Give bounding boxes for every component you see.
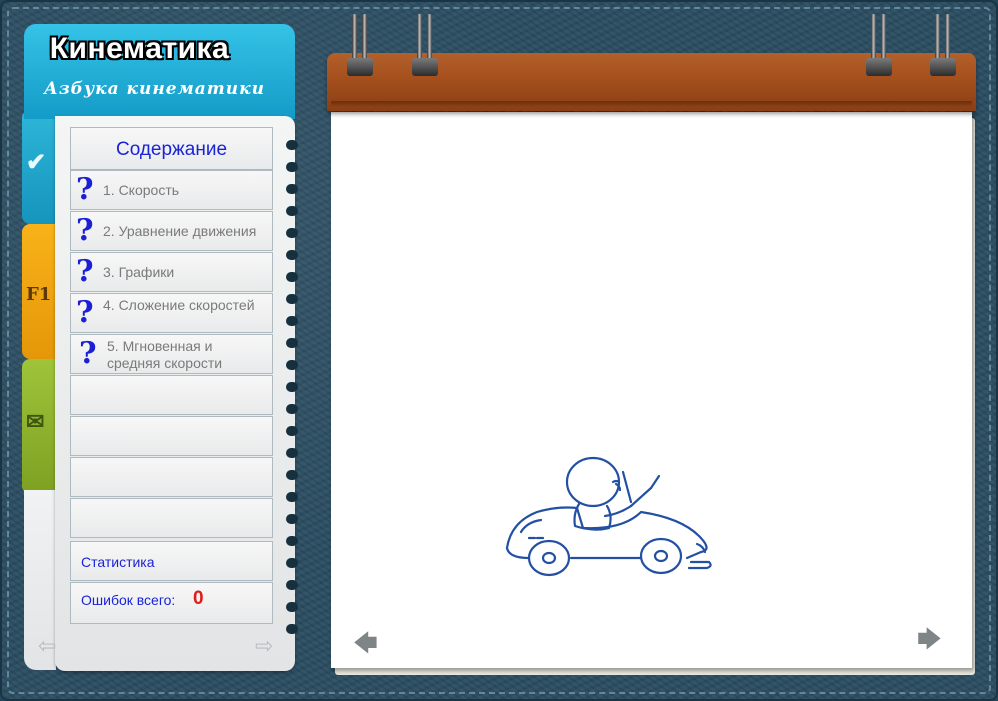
binder-ring-icon <box>866 14 892 79</box>
question-mark-icon: ? <box>76 213 94 248</box>
toc-item-label: 4. Сложение скоростей <box>103 297 255 313</box>
panel-next-arrow-icon[interactable]: ⇨ <box>255 635 273 657</box>
errors-row: Ошибок всего: 0 <box>70 582 273 624</box>
question-mark-icon: ? <box>76 254 94 289</box>
panel-notch <box>286 536 298 546</box>
binder-ring-icon <box>347 14 373 79</box>
app-header: Кинематика Азбука кинематики <box>24 24 295 119</box>
statistics-row[interactable]: Статистика <box>70 541 273 581</box>
toc-item-label: 1. Скорость <box>103 182 180 198</box>
question-mark-icon: ? <box>79 336 97 371</box>
panel-notch <box>286 382 298 392</box>
contents-heading: Содержание <box>70 127 273 170</box>
cartoon-car-driver-illustration <box>505 456 712 577</box>
errors-label: Ошибок всего: <box>81 592 176 608</box>
panel-notch <box>286 558 298 568</box>
panel-notch <box>286 360 298 370</box>
panel-notch <box>286 184 298 194</box>
panel-notch <box>286 162 298 172</box>
question-mark-icon: ? <box>76 172 94 207</box>
page-next-arrow-icon[interactable]: 🡆 <box>917 628 942 652</box>
envelope-icon: ✉ <box>26 409 45 434</box>
page-prev-arrow-icon[interactable]: 🡄 <box>353 632 378 656</box>
panel-notch <box>286 404 298 414</box>
binder-ring-icon <box>930 14 956 79</box>
toc-item-equation[interactable]: ? 2. Уравнение движения <box>70 211 273 251</box>
checkmark-icon: ✔ <box>26 149 47 176</box>
panel-notch <box>286 338 298 348</box>
panel-notch <box>286 580 298 590</box>
toc-empty-row <box>70 416 273 456</box>
panel-notch <box>286 228 298 238</box>
app-title: Кинематика <box>49 32 230 65</box>
errors-count: 0 <box>193 588 204 609</box>
panel-notch <box>286 426 298 436</box>
f1-help-icon: F1 <box>26 284 52 305</box>
binder-ring-icon <box>412 14 438 79</box>
toc-item-instant-average[interactable]: ? 5. Мгновенная и средняя скорости <box>70 334 273 374</box>
toc-item-graphs[interactable]: ? 3. Графики <box>70 252 273 292</box>
toc-item-label: 2. Уравнение движения <box>103 223 257 239</box>
app-subtitle: Азбука кинематики <box>43 79 266 99</box>
panel-notch <box>286 272 298 282</box>
toc-empty-row <box>70 498 273 538</box>
panel-prev-arrow-icon[interactable]: ⇦ <box>38 635 56 657</box>
panel-notch <box>286 602 298 612</box>
panel-notch <box>286 624 298 634</box>
panel-notch <box>286 294 298 304</box>
panel-notch <box>286 140 298 150</box>
panel-notch <box>286 316 298 326</box>
statistics-label: Статистика <box>81 554 155 570</box>
toc-item-label: 5. Мгновенная и средняя скорости <box>107 338 223 371</box>
toc-empty-row <box>70 457 273 497</box>
panel-notch <box>286 514 298 524</box>
question-mark-icon: ? <box>76 295 94 330</box>
toc-item-label: 3. Графики <box>103 264 175 280</box>
panel-notch <box>286 470 298 480</box>
panel-notch <box>286 250 298 260</box>
panel-notch <box>286 492 298 502</box>
toc-item-speed[interactable]: ? 1. Скорость <box>70 170 273 210</box>
notepad-page: 🡄 🡆 <box>331 112 972 668</box>
panel-notch <box>286 448 298 458</box>
toc-item-velocity-addition[interactable]: ? 4. Сложение скоростей <box>70 293 273 333</box>
toc-empty-row <box>70 375 273 415</box>
panel-notch <box>286 206 298 216</box>
notepad-binder-edge <box>331 101 972 107</box>
